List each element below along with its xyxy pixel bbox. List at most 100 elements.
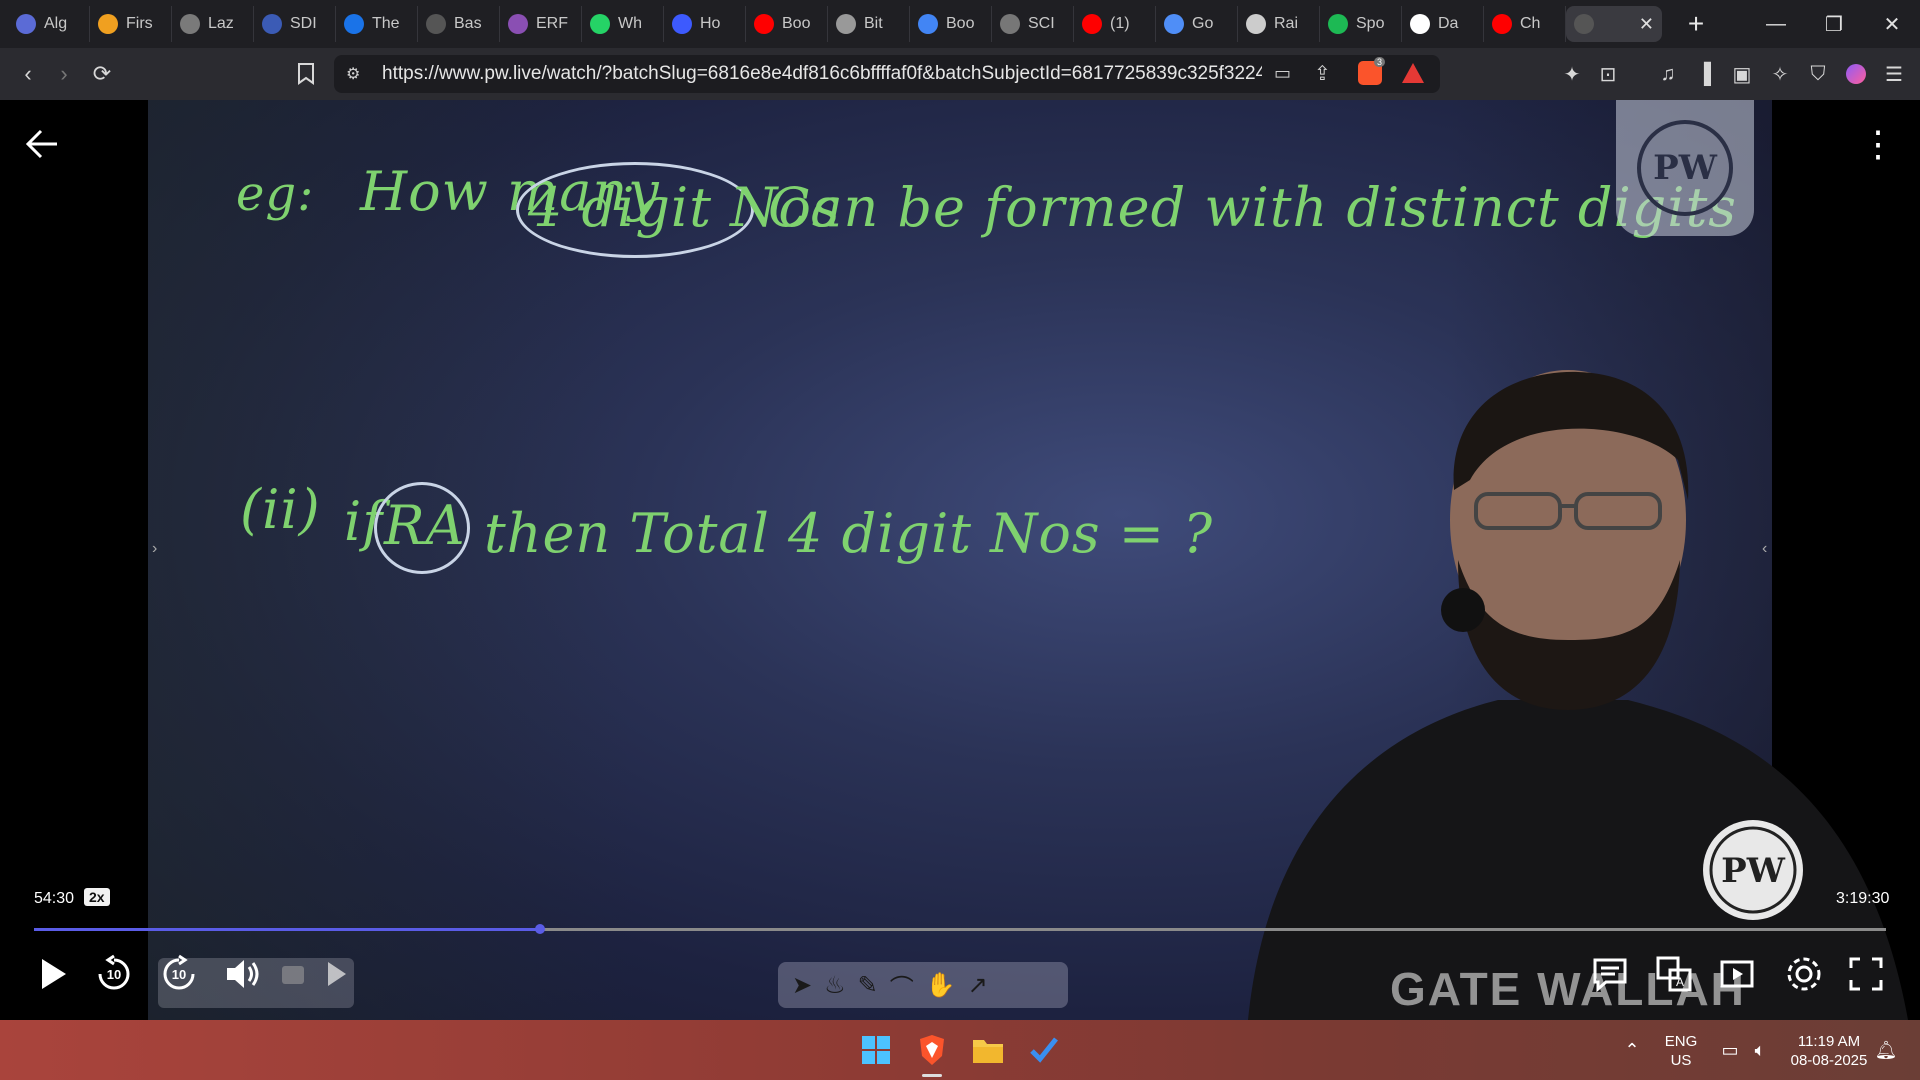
- windows-taskbar: ⌃ ENG US ▭ 🔈︎ 11:19 AM 08-08-2025 🔔︎: [0, 1020, 1920, 1080]
- restore-button[interactable]: ❐: [1806, 0, 1862, 48]
- chevron-right-icon[interactable]: ‹: [1762, 540, 1767, 558]
- play-button[interactable]: [28, 950, 76, 998]
- language-code: ENG: [1664, 1033, 1698, 1050]
- progress-handle[interactable]: [534, 924, 545, 934]
- brave-browser-icon[interactable]: [912, 1030, 952, 1070]
- leo-ai-icon[interactable]: ✧: [1768, 62, 1792, 86]
- torch-icon[interactable]: ♨: [824, 971, 846, 1000]
- picture-in-picture-icon[interactable]: [1714, 950, 1762, 998]
- tab-label: Boo: [782, 15, 811, 32]
- todo-app-icon[interactable]: [1024, 1030, 1064, 1070]
- browser-tab[interactable]: Bit: [828, 6, 910, 42]
- progress-bar[interactable]: [34, 924, 1886, 934]
- browser-tab[interactable]: Rai: [1238, 6, 1320, 42]
- wallet-icon[interactable]: ▣: [1730, 62, 1754, 86]
- profile-avatar-icon[interactable]: [1844, 62, 1868, 86]
- board-text-total: then Total 4 digit Nos = ?: [484, 502, 1214, 565]
- browser-tab[interactable]: Firs: [90, 6, 172, 42]
- browser-tab[interactable]: Ho: [664, 6, 746, 42]
- forward-10-label: 10: [171, 966, 187, 982]
- annotation-toolbar: ➤ ♨ ✎ ⌒ ✋ ↗: [778, 962, 1068, 1008]
- browser-tab[interactable]: Alg: [8, 6, 90, 42]
- tab-label: Firs: [126, 15, 153, 32]
- windows-start-icon[interactable]: [856, 1030, 896, 1070]
- speed-badge[interactable]: 2x: [84, 888, 110, 906]
- rewind-10-button[interactable]: 10: [90, 950, 138, 998]
- browser-tab[interactable]: Bas: [418, 6, 500, 42]
- tab-label: Wh: [618, 15, 642, 32]
- tab-strip: Alg Firs Laz SDI The Bas ERF Wh Ho Boo Bit Boo SCI (1…: [0, 0, 1920, 48]
- browser-tab[interactable]: Wh: [582, 6, 664, 42]
- browser-tab[interactable]: Ch: [1484, 6, 1566, 42]
- video-player[interactable]: eg: How many 4 digit Nos Can be formed w…: [0, 100, 1920, 1020]
- site-settings-icon[interactable]: ⚙: [346, 64, 360, 84]
- extensions-icon[interactable]: ✦: [1560, 62, 1584, 86]
- brave-rewards-icon[interactable]: [1402, 63, 1424, 83]
- media-icon[interactable]: ♫: [1656, 62, 1680, 86]
- settings-gear-icon[interactable]: [1780, 950, 1828, 998]
- chevron-left-icon[interactable]: ›: [152, 540, 157, 558]
- browser-tab[interactable]: SDI: [254, 6, 336, 42]
- board-eg-label: eg:: [236, 166, 315, 222]
- address-bar[interactable]: ⚙ https://www.pw.live/watch/?batchSlug=6…: [334, 55, 1440, 93]
- language-indicator[interactable]: ENG US: [1662, 1032, 1700, 1070]
- pen-icon[interactable]: ✎: [858, 971, 878, 1000]
- page-search-icon[interactable]: ⊡: [1596, 62, 1620, 86]
- clock[interactable]: 11:19 AM 08-08-2025: [1782, 1032, 1876, 1070]
- browser-tab-active[interactable]: ✕: [1566, 6, 1662, 42]
- speaker-icon[interactable]: 🔈︎: [1740, 1030, 1780, 1070]
- browser-tab[interactable]: Spo: [1320, 6, 1402, 42]
- globe-icon: [1000, 14, 1020, 34]
- notification-bell-icon[interactable]: 🔔︎: [1866, 1030, 1906, 1070]
- shape-icon[interactable]: ⌒: [890, 968, 914, 1003]
- wikipedia-icon: [1410, 14, 1430, 34]
- tab-label: SCI: [1028, 15, 1055, 32]
- teacher-image: PW: [1248, 370, 1908, 1020]
- browser-tab[interactable]: The: [336, 6, 418, 42]
- spotify-icon: [1328, 14, 1348, 34]
- pw-logo: PW: [1637, 120, 1733, 216]
- close-window-button[interactable]: ✕: [1864, 0, 1920, 48]
- minimize-button[interactable]: —: [1748, 0, 1804, 48]
- close-tab-icon[interactable]: ✕: [1639, 14, 1654, 35]
- browser-tab[interactable]: Boo: [910, 6, 992, 42]
- youtube-icon: [754, 14, 774, 34]
- browser-tab[interactable]: Boo: [746, 6, 828, 42]
- back-arrow-icon[interactable]: [22, 124, 62, 164]
- browser-tab[interactable]: SCI: [992, 6, 1074, 42]
- chevron-up-icon[interactable]: ⌃: [1612, 1030, 1652, 1070]
- menu-icon[interactable]: ☰: [1882, 62, 1906, 86]
- back-button[interactable]: ‹: [10, 56, 46, 92]
- globe-icon: [16, 14, 36, 34]
- url-text[interactable]: https://www.pw.live/watch/?batchSlug=681…: [382, 63, 1262, 85]
- bookmark-icon[interactable]: [288, 56, 324, 92]
- browser-tab[interactable]: Laz: [172, 6, 254, 42]
- captions-toggle-icon[interactable]: [270, 950, 318, 998]
- tab-label: Da: [1438, 15, 1459, 32]
- arrow-tool-icon[interactable]: ↗: [968, 971, 988, 1000]
- browser-tab[interactable]: (1): [1074, 6, 1156, 42]
- fullscreen-icon[interactable]: [1842, 950, 1890, 998]
- hand-icon[interactable]: ✋: [926, 971, 956, 1000]
- forward-10-button[interactable]: 10: [155, 950, 203, 998]
- volume-icon[interactable]: [218, 950, 266, 998]
- share-icon[interactable]: ⇪: [1314, 61, 1331, 86]
- active-app-indicator: [922, 1074, 942, 1077]
- file-explorer-icon[interactable]: [968, 1030, 1008, 1070]
- new-tab-button[interactable]: +: [1676, 4, 1716, 44]
- sidebar-icon[interactable]: ▐: [1692, 62, 1716, 86]
- pointer-icon[interactable]: ➤: [792, 971, 812, 1000]
- more-options-icon[interactable]: ⋮: [1860, 124, 1896, 164]
- browser-tab[interactable]: ERF: [500, 6, 582, 42]
- cast-icon[interactable]: ▭: [1274, 63, 1291, 84]
- reload-button[interactable]: ⟳: [84, 56, 120, 92]
- translate-icon[interactable]: A: [1650, 950, 1698, 998]
- google-icon: [918, 14, 938, 34]
- chat-icon[interactable]: [1586, 950, 1634, 998]
- browser-tab[interactable]: Da: [1402, 6, 1484, 42]
- forward-button[interactable]: ›: [46, 56, 82, 92]
- next-arrow-icon[interactable]: [312, 950, 360, 998]
- browser-tab[interactable]: Go: [1156, 6, 1238, 42]
- vpn-shield-icon[interactable]: ⛉: [1806, 62, 1830, 86]
- tab-label: Alg: [44, 15, 68, 32]
